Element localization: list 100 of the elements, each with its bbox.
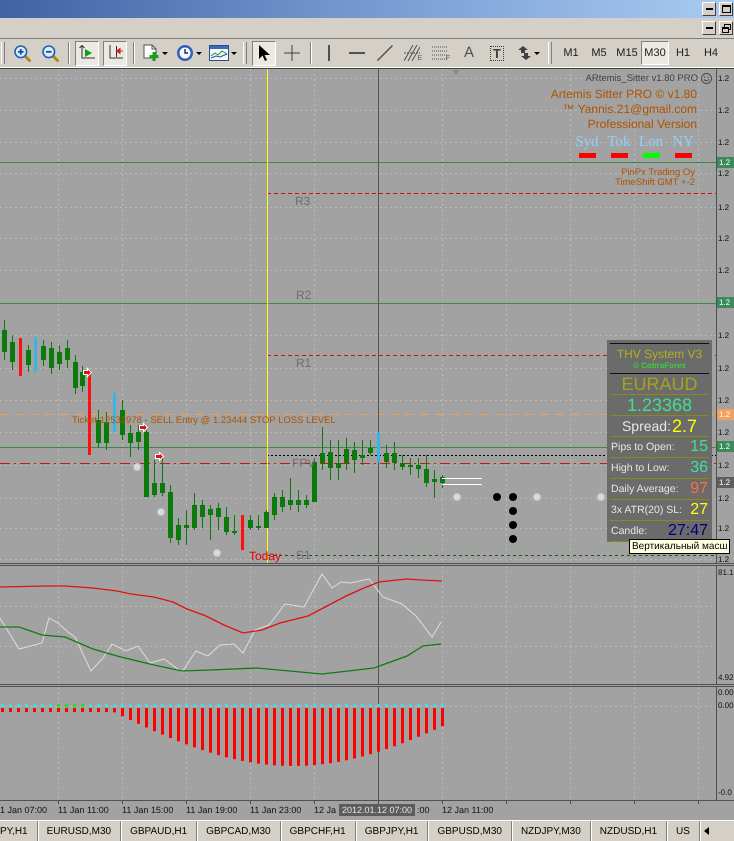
histogram-bar — [369, 708, 372, 754]
candlestick — [168, 484, 173, 544]
candlestick — [344, 438, 349, 470]
symbol-tab[interactable]: GBPUSD,M30 — [428, 821, 512, 841]
candlestick — [272, 492, 277, 520]
symbol-tab[interactable]: GBPAUD,H1 — [121, 821, 198, 841]
price-label: 1.2 — [718, 396, 730, 404]
histogram-bar — [193, 708, 196, 748]
symbol-tab[interactable]: GBPCAD,M30 — [197, 821, 281, 841]
stat-label: Daily Average: — [611, 482, 679, 496]
histogram-bar — [417, 708, 420, 737]
histogram-bar — [177, 708, 180, 742]
minimize-button[interactable] — [702, 21, 716, 35]
candlestick — [424, 454, 429, 488]
auto-scroll-button[interactable] — [103, 40, 127, 66]
candlestick — [216, 502, 221, 530]
stat-label: Pips to Open: — [611, 440, 675, 454]
histogram-bar — [433, 708, 436, 730]
histogram-bar — [25, 708, 28, 712]
dot-marker-icon — [509, 521, 517, 529]
symbol-tab[interactable]: GBPCHF,H1 — [280, 821, 356, 841]
stat-label: Candle: — [611, 524, 648, 538]
candlestick — [73, 354, 78, 394]
minimize-button[interactable] — [702, 2, 716, 16]
timeframe-button[interactable]: M15 — [613, 41, 641, 65]
scale-label: 0.00 — [718, 701, 734, 710]
histogram-bar — [321, 708, 324, 764]
auto-scroll-icon — [107, 45, 123, 61]
text-label-button[interactable]: T — [485, 40, 509, 66]
symbol-tab[interactable]: NZDJPY,M30 — [512, 821, 591, 841]
timeframe-button[interactable]: M30 — [641, 41, 669, 65]
candlestick — [41, 340, 46, 366]
templates-icon — [209, 45, 229, 61]
symbol-tab[interactable]: US — [667, 821, 700, 841]
price-label: 1.2 — [718, 460, 730, 470]
price-value: 1.23368 — [626, 395, 692, 415]
histogram-bar — [361, 708, 364, 756]
timeframe-button[interactable]: M1 — [557, 41, 585, 65]
candlestick — [256, 514, 261, 530]
symbol-tab[interactable]: GBPJPY,H1 — [356, 821, 428, 841]
histogram-bar — [81, 708, 84, 712]
histogram-bar — [1, 708, 4, 712]
arrow-marker-icon — [155, 451, 164, 462]
histogram-bar — [153, 708, 156, 732]
candlestick — [2, 320, 7, 360]
candlestick — [224, 506, 229, 536]
timeframe-button[interactable]: M5 — [585, 41, 613, 65]
minimize-icon — [706, 8, 712, 10]
scroll-left-icon — [704, 827, 709, 835]
candlestick — [296, 490, 301, 512]
vertical-line-icon — [328, 45, 330, 61]
minimize-icon — [706, 27, 712, 29]
histogram-bar — [105, 708, 108, 712]
histogram-bar — [281, 708, 284, 766]
chart-shift-button[interactable] — [75, 40, 99, 66]
cursor-button[interactable] — [252, 40, 276, 66]
restore-button[interactable] — [719, 21, 733, 35]
candlestick — [392, 442, 397, 470]
histogram-bar — [113, 708, 116, 712]
zoom-in-icon — [14, 44, 30, 62]
stat-label: 3x ATR(20) SL: — [611, 503, 682, 517]
stat-label: High to Low: — [611, 461, 670, 475]
histogram-bar — [121, 708, 124, 716]
panel-credit: © CobraForex — [632, 360, 686, 370]
text-tool-button[interactable]: A — [457, 40, 481, 66]
maximize-icon — [722, 5, 730, 13]
price-label: 1.2 — [718, 494, 730, 502]
histogram-bar — [217, 708, 220, 756]
histogram-bar — [289, 708, 292, 766]
histogram-bar — [145, 708, 148, 728]
histogram-bar — [73, 708, 76, 712]
crosshair-icon — [284, 45, 300, 61]
histogram-bar — [65, 708, 68, 712]
price-label: 1.2 — [718, 554, 730, 564]
candlestick — [57, 344, 62, 370]
symbol-tab[interactable]: NZDUSD,H1 — [590, 821, 668, 841]
price-tag: 1.2 — [717, 156, 734, 168]
shift-marker-icon — [452, 70, 460, 75]
dot-marker-icon — [509, 493, 517, 501]
histogram-bar — [345, 708, 348, 760]
symbol-tab[interactable]: PY,H1 — [0, 821, 38, 841]
maximize-button[interactable] — [719, 2, 733, 16]
dot-marker-icon — [493, 493, 501, 501]
histogram-bar — [137, 708, 140, 724]
histogram-bar — [241, 708, 244, 761]
timeframe-button[interactable]: H4 — [697, 41, 725, 65]
candlestick — [328, 440, 333, 480]
time-label: 1 Jan 07:00 — [0, 805, 48, 816]
scale-label: 0.00 — [718, 688, 734, 697]
spread-label: Spread: — [622, 417, 671, 436]
timeframe-button[interactable]: H1 — [669, 41, 697, 65]
scale-label: -0.0 — [718, 788, 732, 797]
symbol-tab[interactable]: EURUSD,M30 — [38, 821, 122, 841]
fibonacci-channel-icon — [404, 45, 420, 61]
tooltip: Вертикальный масш — [629, 539, 730, 554]
candlestick — [34, 337, 37, 372]
stat-value: 15 — [690, 437, 708, 457]
candlestick — [360, 440, 365, 466]
histogram-bar — [49, 708, 52, 712]
candlestick — [152, 460, 157, 498]
